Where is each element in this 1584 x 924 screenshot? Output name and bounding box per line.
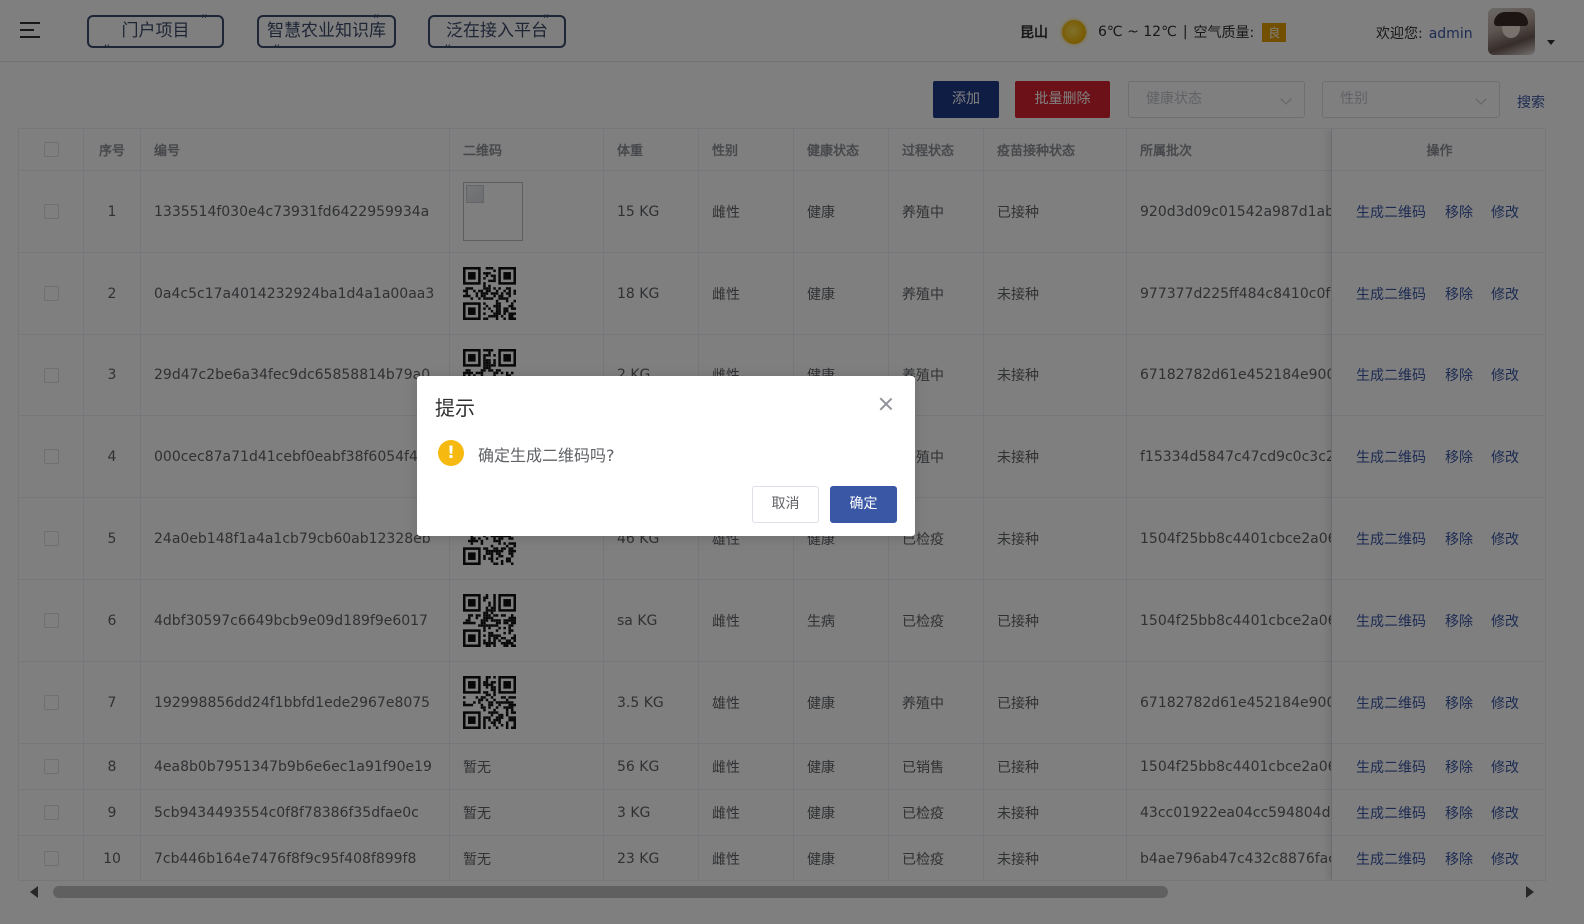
dialog-title: 提示 bbox=[435, 396, 475, 420]
dialog-message: 确定生成二维码吗? bbox=[478, 446, 615, 465]
warning-icon: ! bbox=[438, 440, 464, 466]
confirm-dialog: 提示 ! 确定生成二维码吗? 取消 确定 bbox=[417, 376, 915, 536]
close-icon[interactable] bbox=[878, 396, 894, 412]
cancel-button[interactable]: 取消 bbox=[752, 486, 819, 523]
confirm-button[interactable]: 确定 bbox=[830, 486, 897, 523]
